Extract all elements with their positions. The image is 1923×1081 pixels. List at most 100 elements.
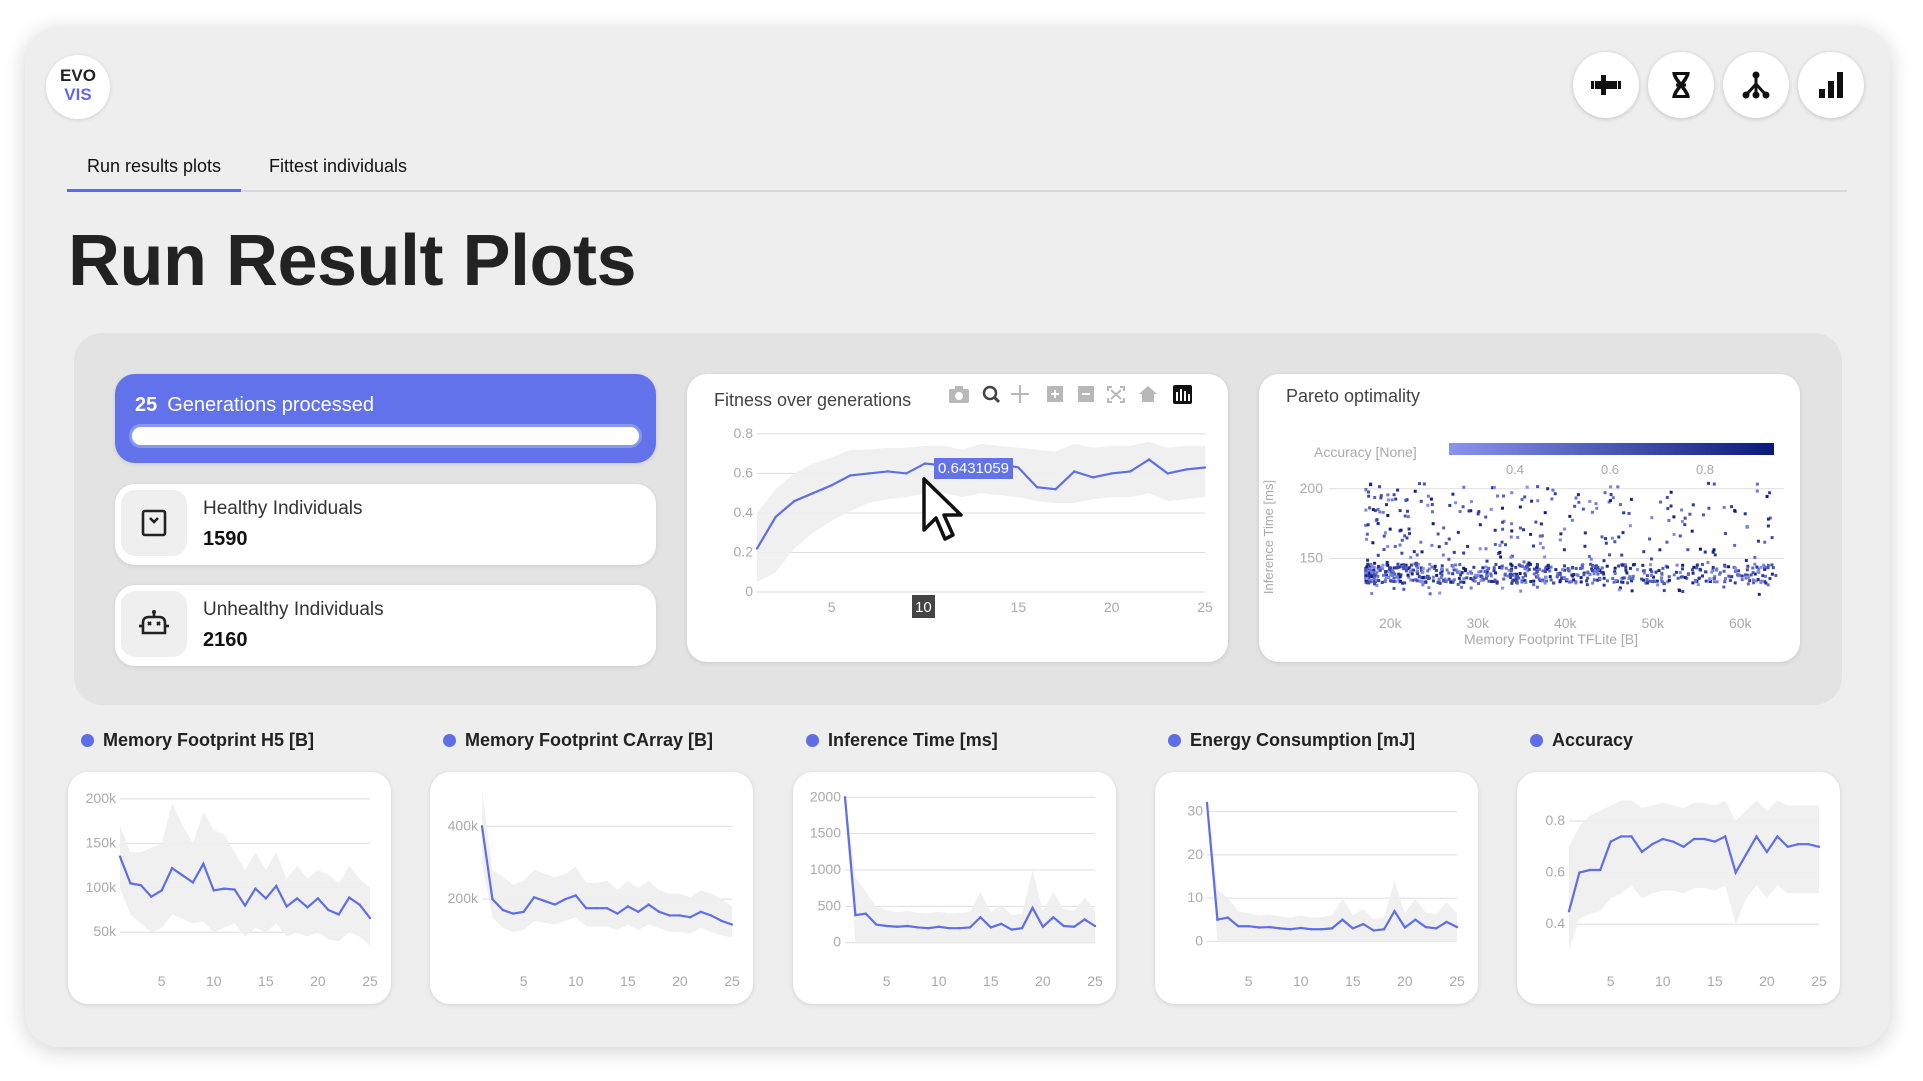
data-point bbox=[1166, 472, 1169, 475]
tab-fittest-individuals[interactable]: Fittest individuals bbox=[269, 156, 407, 189]
x-tick-label: 15 bbox=[1707, 973, 1723, 989]
inference-time-plot[interactable]: 0 500 1000 1500 2000 5 10 15 20 25 bbox=[793, 772, 1116, 1004]
unhealthy-individuals-card: Unhealthy Individuals 2160 bbox=[115, 585, 656, 666]
y-tick-label: 100k bbox=[86, 879, 117, 895]
scatter-point bbox=[1746, 582, 1750, 586]
stats-button[interactable] bbox=[1798, 52, 1864, 118]
data-point bbox=[689, 916, 692, 919]
scatter-point bbox=[1642, 550, 1646, 554]
scatter-point bbox=[1387, 576, 1391, 580]
data-point bbox=[854, 913, 857, 917]
scatter-point bbox=[1755, 565, 1759, 569]
dna-button[interactable] bbox=[1648, 52, 1714, 118]
scatter-point bbox=[1392, 493, 1396, 497]
data-point bbox=[1309, 928, 1313, 931]
scatter-point bbox=[1521, 576, 1525, 580]
scatter-point bbox=[1592, 564, 1596, 568]
scatter-point bbox=[1386, 544, 1390, 548]
scatter-point bbox=[1451, 572, 1455, 576]
scatter-point bbox=[1543, 555, 1547, 559]
scatter-point bbox=[1489, 507, 1493, 511]
scatter-point bbox=[1406, 573, 1410, 577]
data-point bbox=[774, 515, 777, 519]
scatter-point bbox=[1530, 499, 1534, 503]
scatter-point bbox=[1611, 496, 1615, 500]
scatter-point bbox=[1440, 564, 1444, 568]
scatter-point bbox=[1745, 568, 1749, 572]
data-point bbox=[1796, 842, 1800, 846]
scatter-point bbox=[1451, 565, 1455, 569]
scatter-point bbox=[1548, 575, 1552, 579]
data-point bbox=[937, 925, 940, 928]
data-point bbox=[1609, 840, 1612, 843]
scatter-point bbox=[1566, 568, 1570, 572]
scatter-point bbox=[1377, 578, 1381, 582]
scatter-point bbox=[1415, 579, 1419, 583]
scatter-point bbox=[1367, 581, 1371, 585]
scatter-point bbox=[1493, 528, 1497, 532]
y-tick-label: 150 bbox=[1300, 549, 1324, 565]
scatter-point bbox=[1683, 575, 1687, 579]
data-point bbox=[316, 897, 320, 900]
data-point bbox=[1073, 470, 1076, 473]
evovis-logo[interactable]: EVO VIS bbox=[46, 55, 110, 119]
scatter-point bbox=[1636, 568, 1640, 572]
scatter-point bbox=[1462, 577, 1466, 581]
scatter-point bbox=[1753, 555, 1757, 559]
tree-button[interactable] bbox=[1723, 52, 1789, 118]
series-dot bbox=[1168, 734, 1181, 747]
scatter-point bbox=[1728, 579, 1732, 583]
scatter-point bbox=[1553, 492, 1557, 496]
scatter-point bbox=[1402, 587, 1406, 591]
scatter-point bbox=[1723, 565, 1727, 569]
scatter-point bbox=[1373, 561, 1377, 565]
data-point bbox=[1445, 920, 1448, 924]
scatter-point bbox=[1667, 575, 1671, 579]
data-point bbox=[1599, 868, 1602, 872]
tab-run-results-plots[interactable]: Run results plots bbox=[67, 156, 242, 192]
x-tick-label: 25 bbox=[1811, 973, 1827, 989]
energy-plot[interactable]: 0 10 20 30 5 10 15 20 25 bbox=[1155, 772, 1478, 1004]
y-tick-label: 0.4 bbox=[1546, 915, 1566, 931]
scatter-point bbox=[1589, 557, 1593, 561]
scatter-point bbox=[1706, 561, 1710, 565]
data-point bbox=[1382, 928, 1386, 931]
series-dot bbox=[1530, 734, 1543, 747]
scatter-point bbox=[1620, 553, 1624, 557]
logo-text-evo: EVO bbox=[60, 66, 96, 85]
scatter-point bbox=[1535, 585, 1539, 589]
data-point bbox=[1268, 925, 1271, 929]
data-point bbox=[254, 887, 257, 890]
scatter-point bbox=[1701, 574, 1705, 578]
genome-button[interactable] bbox=[1573, 52, 1639, 118]
scatter-point bbox=[1477, 581, 1481, 585]
scatter-point bbox=[1481, 566, 1485, 570]
scatter-point bbox=[1571, 574, 1575, 578]
y-tick-label: 0.4 bbox=[734, 504, 754, 520]
data-point bbox=[1247, 925, 1250, 928]
scatter-point bbox=[1695, 563, 1699, 567]
colorbar-tick: 0.4 bbox=[1506, 462, 1524, 477]
scatter-point bbox=[1712, 580, 1716, 584]
memory-h5-plot[interactable]: 50k 100k 150k 200k 5 10 15 20 25 bbox=[68, 772, 391, 1004]
scatter-point bbox=[1609, 493, 1613, 497]
data-point bbox=[979, 916, 982, 919]
scatter-point bbox=[1385, 560, 1389, 564]
accuracy-plot[interactable]: 0.4 0.6 0.8 5 10 15 20 25 bbox=[1517, 772, 1840, 1004]
scatter-point bbox=[1751, 578, 1755, 582]
scatter-point bbox=[1404, 498, 1408, 502]
scatter-point bbox=[1414, 561, 1418, 565]
scatter-point bbox=[1534, 520, 1538, 524]
scatter-point bbox=[1604, 541, 1608, 545]
scatter-point bbox=[1563, 527, 1567, 531]
scatter-point bbox=[1370, 565, 1374, 569]
scatter-point bbox=[1458, 510, 1462, 514]
data-point bbox=[368, 916, 372, 920]
scatter-point bbox=[1386, 563, 1390, 567]
logo-text-vis: VIS bbox=[64, 85, 92, 104]
scatter-point bbox=[1691, 503, 1695, 507]
scatter-point bbox=[1386, 498, 1390, 502]
memory-carray-plot[interactable]: 200k 400k 5 10 15 20 25 bbox=[430, 772, 753, 1004]
pareto-plot[interactable]: 150 200 20k 30k 40k 50k 60k Memory Footprint TF… bbox=[1259, 374, 1800, 662]
data-point bbox=[668, 914, 671, 917]
